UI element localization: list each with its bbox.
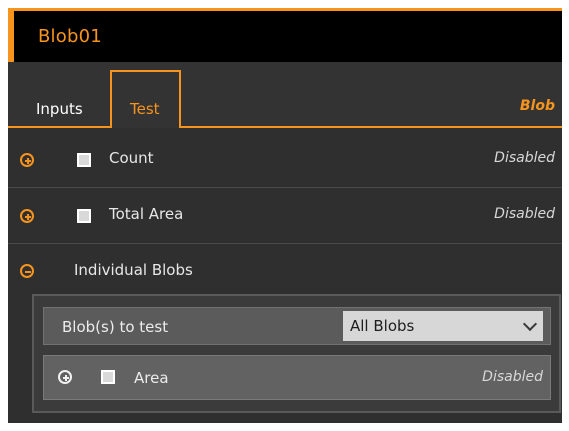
tab-test[interactable]: Test (110, 70, 181, 128)
individual-blobs-label: Individual Blobs (74, 261, 193, 279)
chevron-down-icon (522, 316, 538, 332)
blobs-to-test-select[interactable]: All Blobs (343, 311, 543, 341)
tool-type-label: Blob (519, 98, 555, 114)
individual-blobs-row[interactable]: Individual Blobs (8, 244, 562, 294)
blobs-to-test-label: Blob(s) to test (62, 318, 169, 336)
area-expand-icon[interactable] (58, 370, 72, 384)
count-expand-icon[interactable] (20, 153, 34, 167)
area-checkbox[interactable] (101, 370, 115, 384)
count-checkbox[interactable] (77, 153, 91, 167)
count-label: Count (109, 149, 154, 167)
individual-blobs-group: Blob(s) to test All Blobs Area Disabled (32, 294, 561, 413)
area-label: Area (134, 369, 169, 387)
tab-bar (8, 62, 562, 128)
total-area-label: Total Area (109, 205, 184, 223)
total-area-status: Disabled (494, 206, 555, 222)
tool-title: Blob01 (38, 26, 102, 47)
total-area-checkbox[interactable] (77, 209, 91, 223)
blob-tool-panel: Blob01 Inputs Test Blob Count Disabled T… (8, 8, 562, 423)
total-area-expand-icon[interactable] (20, 209, 34, 223)
tab-test-label: Test (130, 100, 160, 118)
area-row[interactable]: Area Disabled (43, 355, 551, 400)
count-status: Disabled (494, 150, 555, 166)
blobs-to-test-value: All Blobs (350, 317, 415, 335)
tab-inputs[interactable]: Inputs (36, 100, 83, 118)
tab-bar-underline (8, 126, 562, 128)
title-accent-bar (8, 11, 14, 62)
individual-blobs-collapse-icon[interactable] (20, 264, 34, 278)
tool-title-bar: Blob01 (8, 8, 562, 62)
count-row[interactable]: Count Disabled (8, 132, 562, 188)
total-area-row[interactable]: Total Area Disabled (8, 188, 562, 244)
area-status: Disabled (482, 369, 543, 385)
blobs-to-test-row: Blob(s) to test All Blobs (43, 307, 551, 345)
